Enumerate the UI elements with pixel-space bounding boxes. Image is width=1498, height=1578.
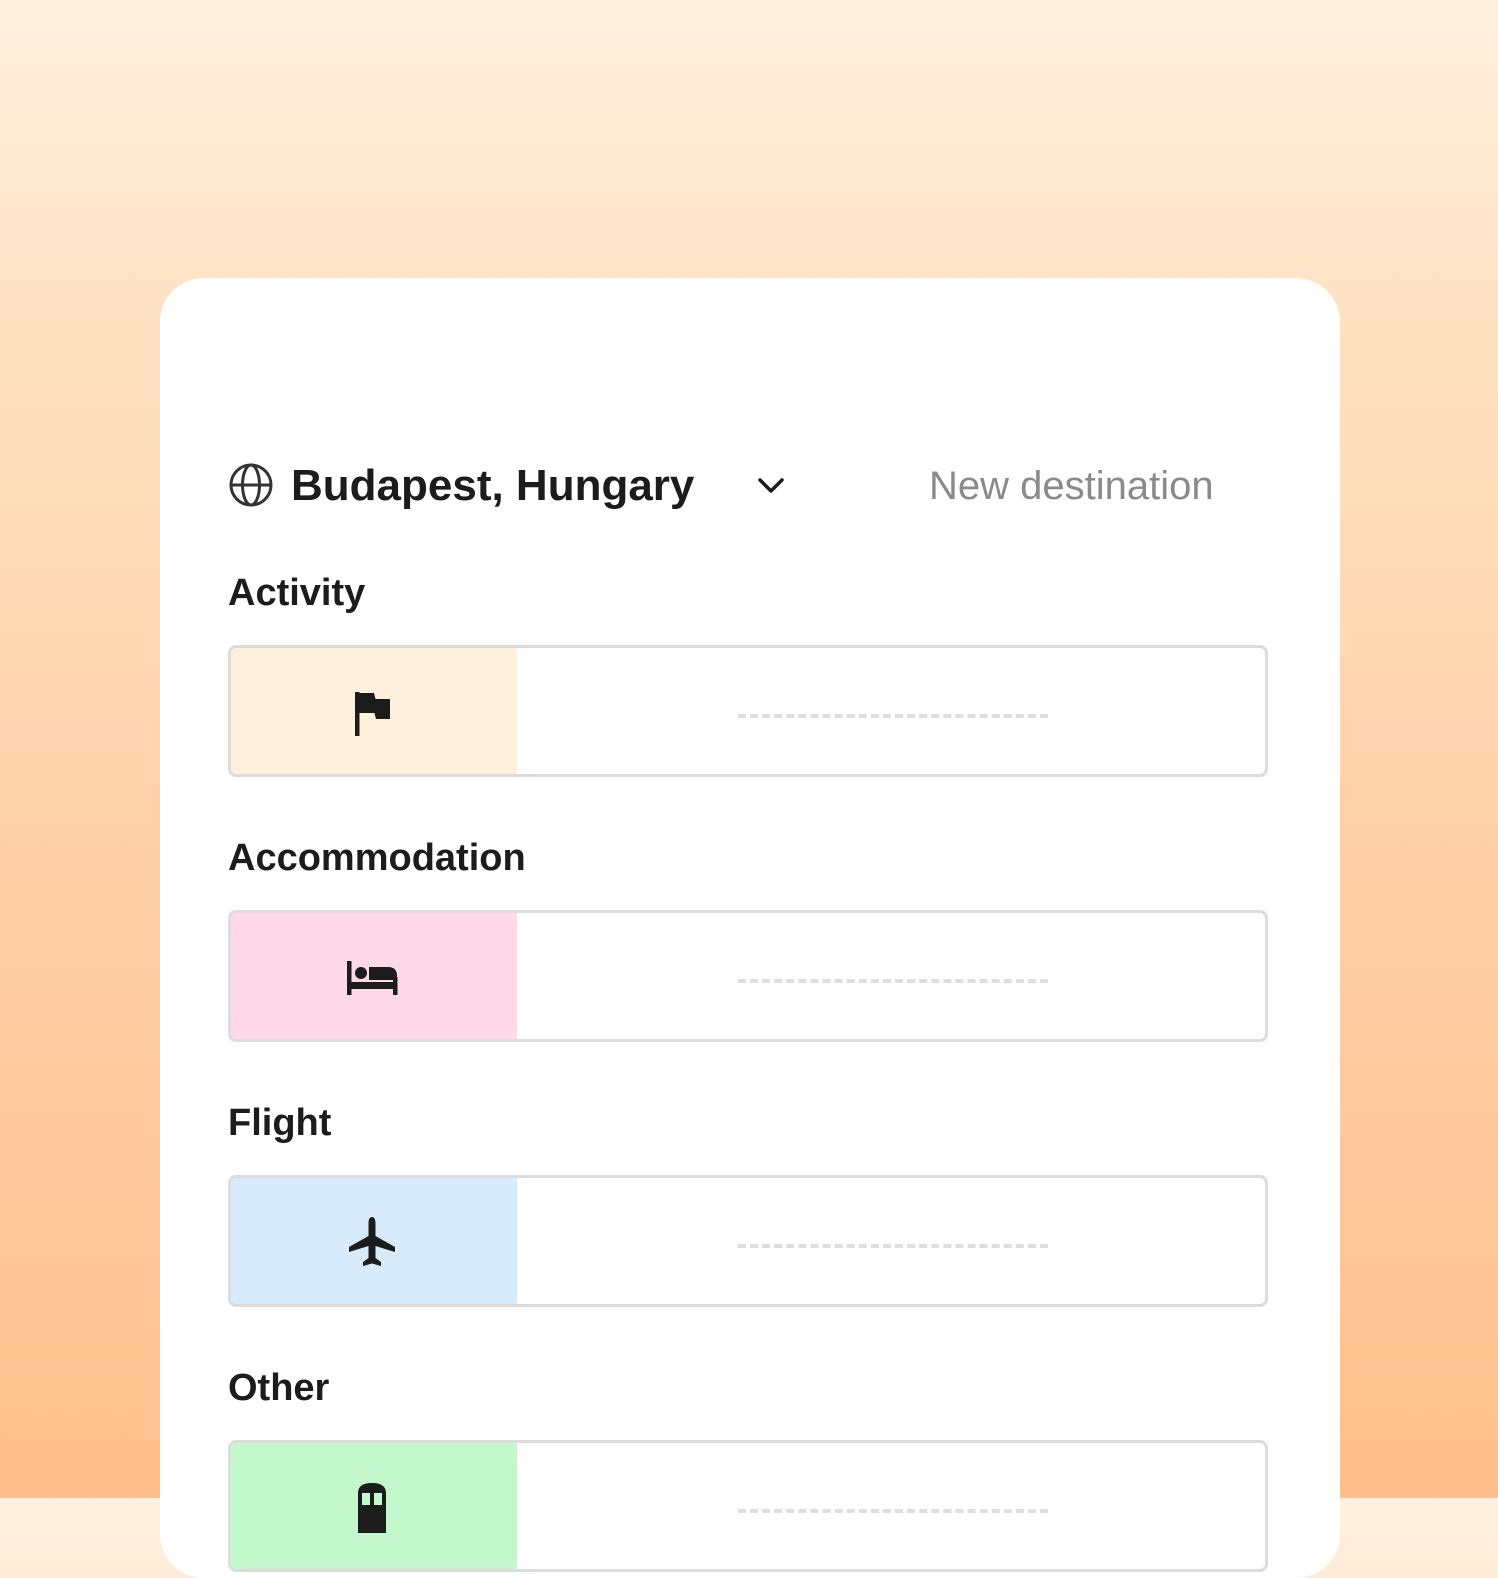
- other-icon-cell: [231, 1443, 517, 1569]
- globe-icon: [229, 463, 273, 507]
- accommodation-icon-cell: [231, 913, 517, 1039]
- empty-placeholder: [738, 714, 1048, 718]
- chevron-down-icon[interactable]: [756, 473, 786, 499]
- empty-placeholder: [738, 1244, 1048, 1248]
- activity-icon-cell: [231, 648, 517, 774]
- section-label-flight: Flight: [228, 1102, 332, 1144]
- bed-icon: [347, 961, 398, 995]
- other-entry[interactable]: [228, 1440, 1268, 1572]
- destination-header: Budapest, Hungary New destination: [228, 456, 1268, 516]
- destination-name[interactable]: Budapest, Hungary: [291, 456, 694, 516]
- trip-card: Budapest, Hungary New destination Activi…: [160, 278, 1340, 1578]
- empty-placeholder: [738, 1509, 1048, 1513]
- section-label-accommodation: Accommodation: [228, 837, 526, 879]
- flight-entry[interactable]: [228, 1175, 1268, 1307]
- train-icon: [358, 1483, 386, 1533]
- flag-icon: [355, 692, 390, 736]
- accommodation-entry[interactable]: [228, 910, 1268, 1042]
- airplane-icon: [349, 1217, 395, 1266]
- section-label-activity: Activity: [228, 572, 366, 614]
- new-destination-button[interactable]: New destination: [929, 456, 1214, 516]
- empty-placeholder: [738, 979, 1048, 983]
- activity-entry[interactable]: [228, 645, 1268, 777]
- section-label-other: Other: [228, 1367, 330, 1409]
- flight-icon-cell: [231, 1178, 517, 1304]
